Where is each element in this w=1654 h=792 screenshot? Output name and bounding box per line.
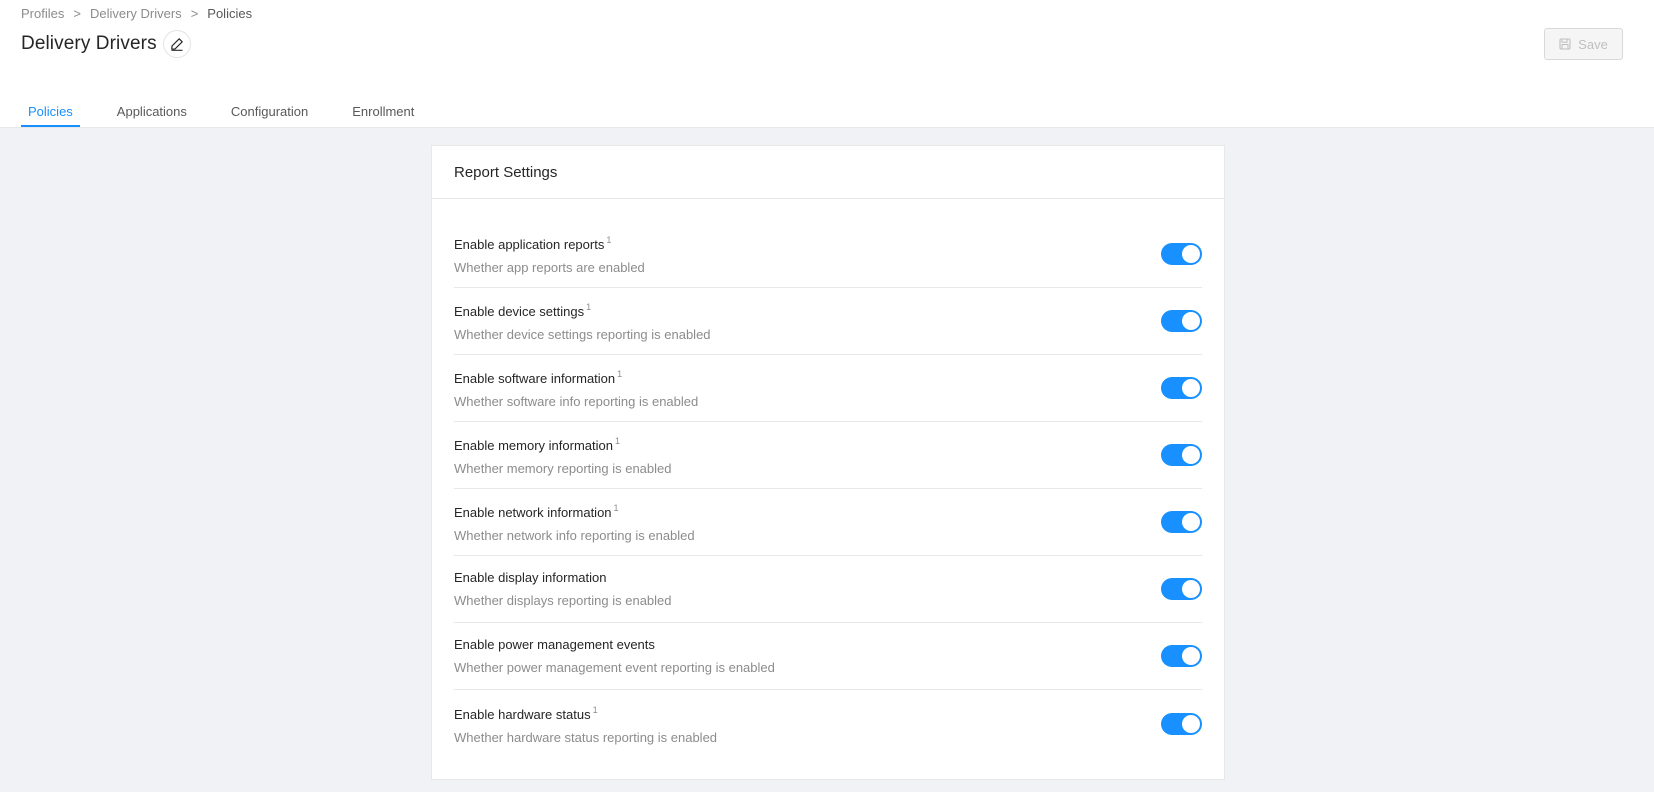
tab-policies[interactable]: Policies <box>21 98 80 128</box>
breadcrumb-separator: > <box>190 5 199 21</box>
toggle-knob <box>1182 245 1200 263</box>
setting-description: Whether software info reporting is enabl… <box>454 394 699 409</box>
toggle-knob <box>1182 580 1200 598</box>
setting-title: Enable hardware status 1 <box>454 704 598 722</box>
setting-description: Whether power management event reporting… <box>454 659 775 675</box>
breadcrumb-current: Policies <box>207 5 253 21</box>
edit-title-button[interactable] <box>162 30 191 58</box>
setting-title: Enable display information <box>454 569 607 585</box>
setting-description: Whether network info reporting is enable… <box>454 528 695 543</box>
footnote-marker: 1 <box>592 704 598 715</box>
save-button[interactable]: Save <box>1544 28 1623 60</box>
setting-row-hardware-status: Enable hardware status 1 Whether hardware… <box>454 690 1202 757</box>
setting-description: Whether app reports are enabled <box>454 260 645 275</box>
setting-title: Enable application reports 1 <box>454 235 612 252</box>
settings-list: Enable application reports 1 Whether app … <box>432 199 1224 757</box>
setting-title: Enable device settings 1 <box>454 302 592 319</box>
floppy-disk-icon <box>1559 38 1571 50</box>
setting-description: Whether displays reporting is enabled <box>454 592 672 608</box>
footnote-marker: 1 <box>613 503 619 513</box>
toggle-knob <box>1182 446 1200 464</box>
setting-row-display-information: Enable display information Whether displ… <box>454 556 1202 623</box>
pencil-icon <box>170 38 183 51</box>
footnote-marker: 1 <box>617 369 623 379</box>
setting-description: Whether memory reporting is enabled <box>454 461 672 476</box>
setting-description: Whether hardware status reporting is ena… <box>454 729 718 745</box>
tab-bar: Policies Applications Configuration Enro… <box>21 98 451 128</box>
setting-title: Enable memory information 1 <box>454 436 620 453</box>
toggle-knob <box>1182 379 1200 397</box>
breadcrumb: Profiles > Delivery Drivers > Policies <box>21 5 252 21</box>
breadcrumb-delivery-drivers[interactable]: Delivery Drivers <box>90 6 182 21</box>
page-title-row: Delivery Drivers <box>21 29 191 59</box>
display-information-toggle[interactable] <box>1161 578 1202 600</box>
breadcrumb-profiles[interactable]: Profiles <box>21 6 64 21</box>
page-title: Delivery Drivers <box>21 33 157 54</box>
setting-row-application-reports: Enable application reports 1 Whether app … <box>454 221 1202 288</box>
setting-description: Whether device settings reporting is ena… <box>454 327 711 342</box>
footnote-marker: 1 <box>606 235 612 245</box>
tab-enrollment[interactable]: Enrollment <box>345 98 421 128</box>
breadcrumb-separator: > <box>73 5 81 21</box>
toggle-knob <box>1182 647 1200 665</box>
save-button-label: Save <box>1578 36 1608 52</box>
setting-title: Enable software information 1 <box>454 369 623 386</box>
toggle-knob <box>1182 312 1200 330</box>
setting-title: Enable network information 1 <box>454 503 619 520</box>
toggle-knob <box>1182 714 1200 733</box>
setting-row-device-settings: Enable device settings 1 Whether device s… <box>454 288 1202 355</box>
toggle-knob <box>1182 513 1200 531</box>
setting-row-power-management-events: Enable power management events Whether p… <box>454 623 1202 690</box>
setting-row-software-information: Enable software information 1 Whether sof… <box>454 355 1202 422</box>
setting-row-network-information: Enable network information 1 Whether netw… <box>454 489 1202 556</box>
network-information-toggle[interactable] <box>1161 511 1202 533</box>
power-management-events-toggle[interactable] <box>1161 645 1202 667</box>
footnote-marker: 1 <box>614 436 620 446</box>
device-settings-toggle[interactable] <box>1161 310 1202 332</box>
setting-row-memory-information: Enable memory information 1 Whether memor… <box>454 422 1202 489</box>
tab-configuration[interactable]: Configuration <box>224 98 315 128</box>
software-information-toggle[interactable] <box>1161 377 1202 399</box>
page-header: Profiles > Delivery Drivers > Policies D… <box>0 0 1654 128</box>
memory-information-toggle[interactable] <box>1161 444 1202 466</box>
tab-applications[interactable]: Applications <box>110 98 194 128</box>
card-title: Report Settings <box>432 146 1224 199</box>
application-reports-toggle[interactable] <box>1161 243 1202 265</box>
hardware-status-toggle[interactable] <box>1161 712 1202 735</box>
setting-title: Enable power management events <box>454 636 655 652</box>
report-settings-card: Report Settings Enable application repor… <box>431 145 1225 780</box>
footnote-marker: 1 <box>586 302 592 312</box>
